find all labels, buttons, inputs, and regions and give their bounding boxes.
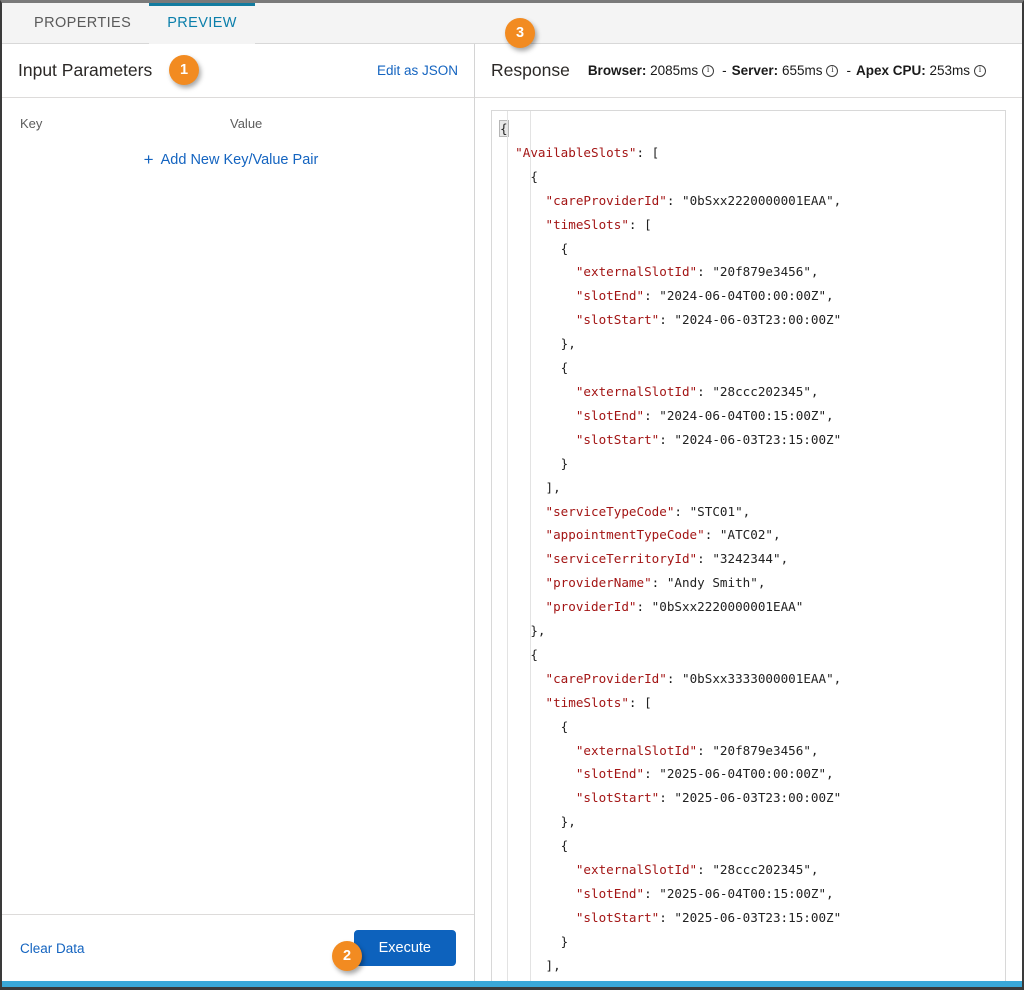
input-parameters-body: Key Value + Add New Key/Value Pair <box>2 98 474 915</box>
split-container: Input Parameters Edit as JSON Key Value … <box>2 44 1022 981</box>
metric-separator-1: - <box>722 63 727 78</box>
tab-properties-label: PROPERTIES <box>34 15 132 31</box>
add-new-key-value-pair-button[interactable]: + Add New Key/Value Pair <box>144 151 319 168</box>
tab-preview-label: PREVIEW <box>167 15 237 31</box>
indent-guide <box>507 111 508 981</box>
performance-metrics: Browser: 2085ms - Server: 655ms - Apex C… <box>588 63 989 78</box>
input-parameters-panel: Input Parameters Edit as JSON Key Value … <box>2 44 475 981</box>
info-icon[interactable] <box>826 64 839 77</box>
edit-as-json-link[interactable]: Edit as JSON <box>377 63 458 78</box>
input-parameters-footer: Clear Data Execute <box>2 915 474 981</box>
response-header: Response Browser: 2085ms - Server: 655ms… <box>475 44 1022 98</box>
execute-button[interactable]: Execute <box>353 930 456 966</box>
response-json-scroll[interactable]: { "AvailableSlots": [ { "careProviderId"… <box>492 111 1005 981</box>
tab-properties[interactable]: PROPERTIES <box>16 3 149 44</box>
callout-badge-3: 3 <box>505 18 535 48</box>
indent-guide <box>530 111 531 981</box>
add-pair-row: + Add New Key/Value Pair <box>2 151 474 168</box>
metric-server-label: Server: <box>731 63 779 78</box>
api-preview-panel: PROPERTIES PREVIEW Input Parameters Edit… <box>0 0 1024 990</box>
plus-icon: + <box>143 150 154 169</box>
page-title: Input Parameters <box>18 60 153 80</box>
metric-server-value: 655ms <box>781 63 823 78</box>
column-header-key: Key <box>20 116 43 131</box>
response-json-viewer[interactable]: { "AvailableSlots": [ { "careProviderId"… <box>491 110 1006 981</box>
tab-preview[interactable]: PREVIEW <box>149 3 255 44</box>
clear-data-link[interactable]: Clear Data <box>20 941 85 956</box>
response-panel: Response Browser: 2085ms - Server: 655ms… <box>475 44 1022 981</box>
metric-browser-label: Browser: <box>587 63 647 78</box>
callout-badge-1: 1 <box>169 55 199 85</box>
response-json-text: { "AvailableSlots": [ { "careProviderId"… <box>499 120 842 973</box>
info-icon[interactable] <box>702 64 715 77</box>
metric-separator-2: - <box>846 63 851 78</box>
bottom-accent-strip <box>2 981 1022 987</box>
input-parameters-header: Input Parameters Edit as JSON <box>2 44 474 98</box>
callout-badge-2: 2 <box>332 941 362 971</box>
response-body: { "AvailableSlots": [ { "careProviderId"… <box>475 98 1022 981</box>
key-value-column-headers: Key Value <box>2 98 474 131</box>
metric-browser-value: 2085ms <box>650 63 699 78</box>
response-title: Response <box>491 60 570 80</box>
metric-apex-cpu-label: Apex CPU: <box>855 63 926 78</box>
add-new-key-value-pair-label: Add New Key/Value Pair <box>160 151 319 168</box>
metric-apex-cpu-value: 253ms <box>929 63 971 78</box>
info-icon[interactable] <box>974 64 987 77</box>
column-header-value: Value <box>230 116 263 131</box>
